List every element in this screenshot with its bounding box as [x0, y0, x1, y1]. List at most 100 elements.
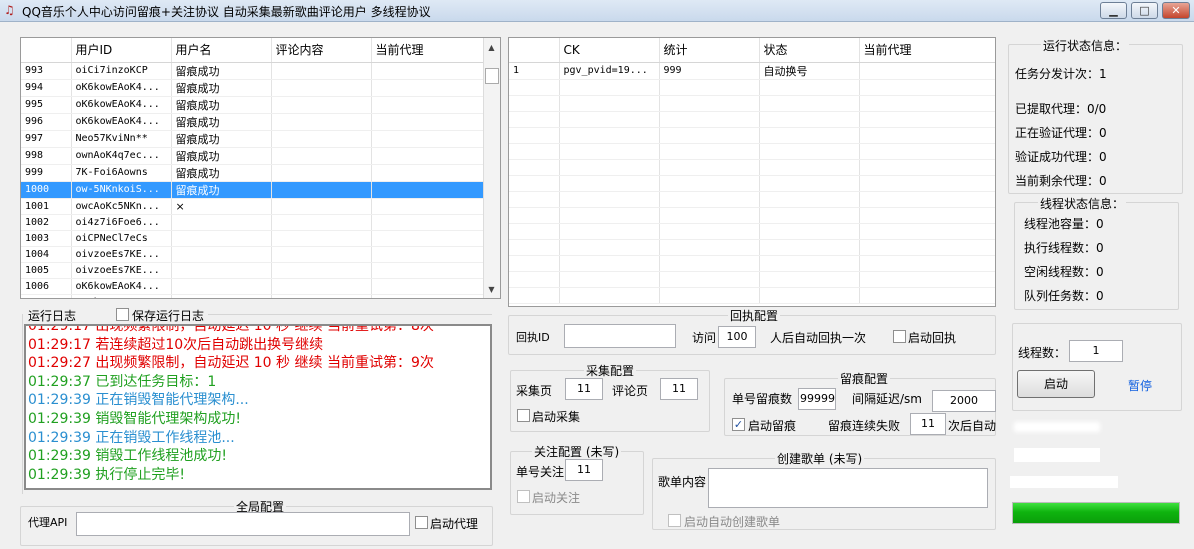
- empty-row: [509, 223, 995, 240]
- thread-count-input[interactable]: 1: [1069, 340, 1123, 362]
- status-info-title: 运行状态信息：: [1041, 37, 1130, 54]
- progress-bar: [1012, 502, 1180, 524]
- table-cell: 留痕成功: [171, 147, 272, 165]
- trace-delay-input[interactable]: 2000: [932, 390, 996, 412]
- scroll-thumb[interactable]: [485, 68, 499, 84]
- visit-label: 访问: [692, 331, 717, 345]
- trace-count-input[interactable]: 99999: [798, 388, 836, 410]
- save-log-checkbox[interactable]: [116, 308, 129, 321]
- user-col-header[interactable]: 评论内容: [271, 38, 372, 63]
- table-cell: oK6kowEAoK4...: [71, 278, 172, 295]
- proxy-api-input[interactable]: [76, 512, 410, 536]
- user-col-header[interactable]: 用户名: [171, 38, 272, 63]
- callback-id-input[interactable]: [564, 324, 676, 348]
- ck-col-header[interactable]: CK: [559, 38, 660, 63]
- table-cell: [659, 207, 760, 224]
- table-row[interactable]: 997 Neo57KviNn** 留痕成功: [21, 130, 484, 148]
- table-row[interactable]: 1 pgv_pvid=19... 999 自动换号: [509, 62, 995, 80]
- table-cell: 999: [21, 164, 72, 182]
- ck-table[interactable]: CK 统计 状态 当前代理 1 pgv_pvid=19... 999 自动换号: [508, 37, 996, 307]
- table-cell: [271, 164, 372, 182]
- playlist-content-input[interactable]: [708, 468, 988, 508]
- table-cell: [859, 255, 995, 272]
- table-cell: oK6kowEAoK4...: [71, 113, 172, 131]
- comment-page-input[interactable]: 11: [660, 378, 698, 400]
- enable-playlist-checkbox[interactable]: [668, 514, 681, 527]
- run-log[interactable]: 01:29:17 出现频繁限制，自动延迟 10 秒 继续 当前重试第：8次 01:…: [24, 324, 492, 490]
- table-cell: [371, 79, 484, 97]
- thread-count-label: 线程数：: [1018, 346, 1067, 360]
- table-cell: [271, 113, 372, 131]
- table-row[interactable]: 1005 oivzoeEs7KE...: [21, 262, 484, 279]
- pause-link[interactable]: 暂停: [1128, 377, 1152, 394]
- empty-row: [509, 127, 995, 144]
- table-row[interactable]: 996 oK6kowEAoK4... 留痕成功: [21, 113, 484, 131]
- user-col-header[interactable]: [21, 38, 72, 63]
- table-cell: [559, 271, 660, 288]
- user-table[interactable]: 用户ID 用户名 评论内容 当前代理 993 oiCi7inzoKCP 留痕成功 994 oK…: [20, 37, 501, 299]
- collect-page-label: 采集页: [516, 384, 553, 398]
- enable-proxy-checkbox[interactable]: [415, 516, 428, 529]
- collect-page-input[interactable]: 11: [565, 378, 603, 400]
- scroll-down-icon[interactable]: ▼: [484, 282, 499, 297]
- table-cell: 1001: [21, 198, 72, 215]
- ck-col-header[interactable]: 状态: [759, 38, 860, 63]
- table-cell: 994: [21, 79, 72, 97]
- table-row[interactable]: 1007oK6kowEAoK4...: [21, 294, 484, 298]
- table-row[interactable]: 1003 oiCPNeCl7eCs: [21, 230, 484, 247]
- ck-col-header[interactable]: 统计: [659, 38, 760, 63]
- table-cell: [509, 127, 560, 144]
- start-button[interactable]: 启动: [1017, 370, 1095, 398]
- enable-collect-checkbox[interactable]: [517, 409, 530, 422]
- scroll-up-icon[interactable]: ▲: [484, 40, 499, 55]
- thread-pool-capacity: 线程池容量：0: [1024, 217, 1104, 231]
- save-log-label: 保存运行日志: [132, 309, 205, 323]
- table-cell: [509, 95, 560, 112]
- user-col-header[interactable]: 当前代理: [371, 38, 484, 63]
- table-cell: [859, 159, 995, 176]
- table-cell: [759, 79, 860, 96]
- trace-fail-input[interactable]: 11: [910, 413, 946, 435]
- table-row[interactable]: 1002 oi4z7i6Foe6...: [21, 214, 484, 231]
- blurred-text: [1010, 476, 1118, 488]
- empty-row: [509, 111, 995, 128]
- table-row[interactable]: 1006 oK6kowEAoK4...: [21, 278, 484, 295]
- log-line: 01:29:39 正在销毁工作线程池...: [28, 429, 235, 446]
- table-row[interactable]: 995 oK6kowEAoK4... 留痕成功: [21, 96, 484, 114]
- table-cell: 1000: [21, 181, 72, 199]
- maximize-button[interactable]: □: [1131, 2, 1158, 19]
- table-cell: 1005: [21, 262, 72, 279]
- table-row[interactable]: 1004 oivzoeEs7KE...: [21, 246, 484, 263]
- table-cell: [759, 143, 860, 160]
- table-row[interactable]: 1001 owcAoKc5NKn... ×: [21, 198, 484, 215]
- table-cell: [659, 95, 760, 112]
- enable-follow-checkbox[interactable]: [517, 490, 530, 503]
- user-col-header[interactable]: 用户ID: [71, 38, 172, 63]
- visit-count-input[interactable]: 100: [718, 326, 756, 348]
- enable-trace-checkbox[interactable]: ✓: [732, 418, 745, 431]
- table-cell: oK6kowEAoK4...: [71, 96, 172, 114]
- table-row[interactable]: 994 oK6kowEAoK4... 留痕成功: [21, 79, 484, 97]
- table-cell: [859, 207, 995, 224]
- ck-col-header[interactable]: [509, 38, 560, 63]
- trace-config-title: 留痕配置: [838, 370, 891, 387]
- table-cell: [759, 287, 860, 304]
- collect-config-title: 采集配置: [584, 362, 637, 379]
- table-row[interactable]: 993 oiCi7inzoKCP 留痕成功: [21, 62, 484, 80]
- close-button[interactable]: ✕: [1162, 2, 1190, 19]
- visit-after-label: 人后自动回执一次: [770, 331, 867, 345]
- table-cell: [371, 181, 484, 199]
- ck-col-header[interactable]: 当前代理: [859, 38, 995, 63]
- thread-info-title: 线程状态信息：: [1038, 195, 1127, 212]
- table-row[interactable]: 1000 ow-5NKnkoiS... 留痕成功: [21, 181, 484, 199]
- follow-count-input[interactable]: 11: [565, 459, 603, 481]
- enable-callback-checkbox[interactable]: [893, 330, 906, 343]
- table-cell: [371, 278, 484, 295]
- table-cell: 1002: [21, 214, 72, 231]
- window-title: QQ音乐个人中心访问留痕+关注协议 自动采集最新歌曲评论用户 多线程协议: [22, 5, 431, 19]
- user-table-scrollbar[interactable]: ▲ ▼: [483, 38, 500, 298]
- minimize-button[interactable]: ▁: [1100, 2, 1127, 19]
- table-row[interactable]: 999 7K-Foi6Aowns 留痕成功: [21, 164, 484, 182]
- table-cell: ×: [171, 198, 272, 215]
- table-row[interactable]: 998 ownAoK4q7ec... 留痕成功: [21, 147, 484, 165]
